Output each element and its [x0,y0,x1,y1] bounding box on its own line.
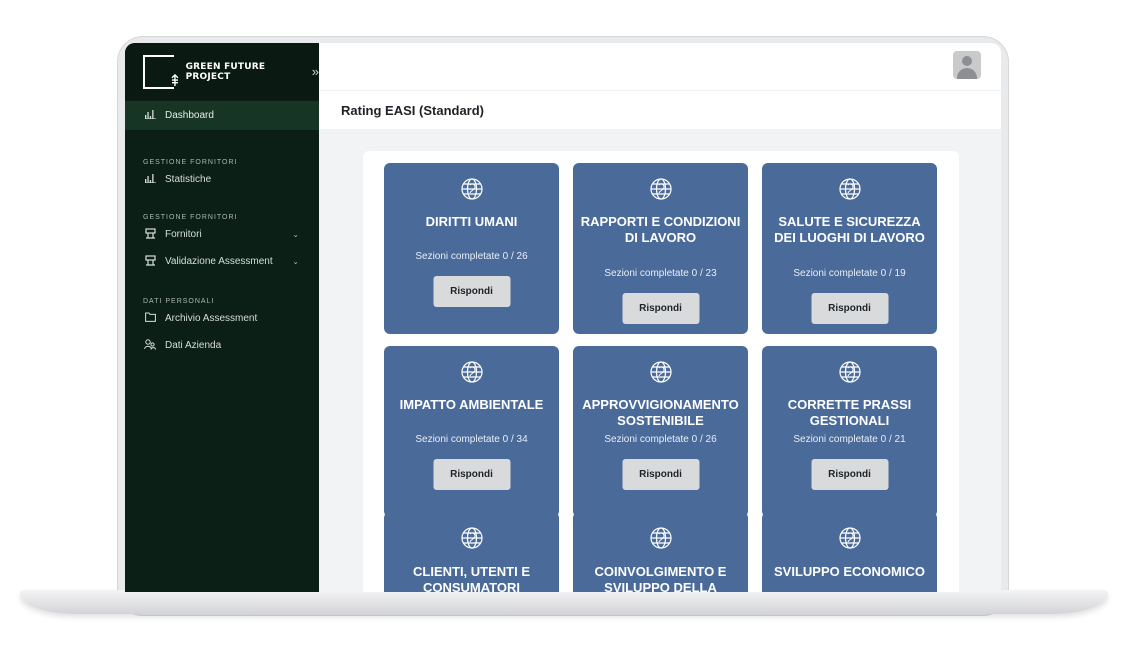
card-progress: Sezioni completate 0 / 34 [415,434,528,445]
sidebar-item-label: Dashboard [165,110,214,121]
section-card: DIRITTI UMANI Sezioni completate 0 / 26 Ri… [384,163,559,334]
globe-icon [649,361,672,383]
app-screen: ⇞ GREEN FUTURE PROJECT » Dashboard GESTI… [125,43,1001,592]
sidebar-item-archivio-assessment[interactable]: Archivio Assessment [125,305,319,332]
section-heading: GESTIONE FORNITORI [143,214,238,221]
logo: ⇞ [143,54,182,89]
sidebar-item-validazione-assessment[interactable]: Validazione Assessment ⌄ [125,248,319,275]
sidebar-item-dati-azienda[interactable]: Dati Azienda [125,332,319,359]
card-title: APPROVVIGIONAMENTO SOSTENIBILE [582,397,739,428]
globe-icon [649,527,672,549]
section-card: COINVOLGIMENTO E SVILUPPO DELLA [573,512,748,592]
section-card: RAPPORTI E CONDIZIONI DI LAVORO Sezioni c… [573,163,748,334]
chevron-down-icon[interactable]: ⌄ [292,230,299,239]
card-title: CLIENTI, UTENTI E CONSUMATORI [413,564,530,592]
supplier-icon [143,254,157,269]
card-progress: Sezioni completate 0 / 26 [604,434,717,445]
globe-icon [460,361,483,383]
globe-icon [838,178,861,200]
sidebar-item-label: Archivio Assessment [165,313,258,324]
brand[interactable]: ⇞ GREEN FUTURE PROJECT » [125,43,319,100]
page-title-bar: Rating EASI (Standard) [319,91,1001,129]
page-title: Rating EASI (Standard) [341,102,485,118]
sidebar-item-label: Statistiche [165,174,212,185]
supplier-icon [143,227,157,242]
card-progress: Sezioni completate 0 / 21 [793,434,906,445]
chevron-down-icon[interactable]: ⌄ [292,257,299,266]
globe-icon [460,527,483,549]
card-title: RAPPORTI E CONDIZIONI DI LAVORO [580,214,741,245]
brand-name: GREEN FUTURE PROJECT [185,61,266,82]
section-card: CORRETTE PRASSI GESTIONALI Sezioni comple… [762,346,937,517]
avatar-icon[interactable] [953,51,981,79]
sidebar-item-dashboard[interactable]: Dashboard [125,101,319,130]
rispondi-button[interactable]: Rispondi [433,459,510,490]
bar-chart-icon [143,173,157,186]
section-card: CLIENTI, UTENTI E CONSUMATORI [384,512,559,592]
sidebar-item-label: Dati Azienda [165,340,222,351]
sidebar-item-label: Fornitori [165,229,202,240]
card-title: SVILUPPO ECONOMICO [774,564,925,579]
users-icon [143,338,157,353]
globe-icon [460,178,483,200]
section-card: SALUTE E SICUREZZA DEI LUOGHI DI LAVORO S… [762,163,937,334]
section-card: SVILUPPO ECONOMICO [762,512,937,592]
card-progress: Sezioni completate 0 / 23 [604,268,717,279]
section-heading: GESTIONE FORNITORI [143,159,238,166]
card-title: COINVOLGIMENTO E SVILUPPO DELLA [594,564,727,592]
card-title: SALUTE E SICUREZZA DEI LUOGHI DI LAVORO [774,214,925,245]
card-progress: Sezioni completate 0 / 26 [415,251,528,262]
laptop-base [20,590,1108,614]
sidebar-toggle-icon[interactable]: » [312,64,319,79]
section-heading: DATI PERSONALI [143,298,215,305]
rispondi-button[interactable]: Rispondi [622,459,699,490]
globe-icon [649,178,672,200]
section-card: APPROVVIGIONAMENTO SOSTENIBILE Sezioni co… [573,346,748,517]
globe-icon [838,527,861,549]
section-card: IMPATTO AMBIENTALE Sezioni completate 0 /… [384,346,559,517]
card-title: DIRITTI UMANI [425,214,518,229]
rispondi-button[interactable]: Rispondi [622,293,699,324]
tree-icon: ⇞ [168,72,182,90]
sidebar-item-fornitori[interactable]: Fornitori ⌄ [125,221,319,248]
cards-panel: DIRITTI UMANI Sezioni completate 0 / 26 Ri… [363,151,959,592]
rispondi-button[interactable]: Rispondi [433,276,510,307]
sidebar-item-label: Validazione Assessment [165,256,273,267]
globe-icon [838,361,861,383]
card-progress: Sezioni completate 0 / 19 [793,268,906,279]
sidebar-item-statistiche[interactable]: Statistiche [125,166,319,193]
topbar [319,43,1001,90]
folder-icon [143,312,157,325]
bar-chart-icon [143,109,157,122]
card-title: IMPATTO AMBIENTALE [399,397,544,412]
rispondi-button[interactable]: Rispondi [811,459,888,490]
card-title: CORRETTE PRASSI GESTIONALI [787,397,912,428]
sidebar: ⇞ GREEN FUTURE PROJECT » Dashboard GESTI… [125,43,319,592]
rispondi-button[interactable]: Rispondi [811,293,888,324]
